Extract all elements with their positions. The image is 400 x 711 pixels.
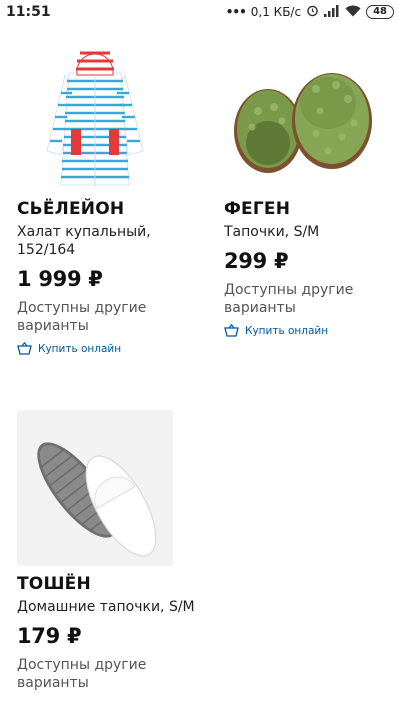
product-price: 179 ₽	[17, 624, 82, 648]
signal-icon	[324, 4, 340, 20]
wifi-icon	[345, 5, 361, 20]
product-price: 299 ₽	[224, 249, 289, 273]
buy-online-label[interactable]: Купить онлайн	[38, 343, 121, 355]
product-name[interactable]: ТОШЁН	[17, 574, 197, 594]
status-bar: 11:51 ••• 0,1 КБ/с 48	[0, 0, 400, 26]
status-icons: ••• 0,1 КБ/с 48	[226, 4, 394, 20]
status-time: 11:51	[6, 4, 51, 20]
product-card[interactable]: ФЕГЕН Тапочки, S/M 299 ₽ Доступны другие…	[224, 33, 400, 337]
product-image-bathrobe[interactable]	[17, 33, 173, 189]
product-description: Тапочки, S/M	[224, 224, 320, 240]
product-name[interactable]: ФЕГЕН	[224, 199, 400, 219]
product-card[interactable]: ТОШЁН Домашние тапочки, S/M 179 ₽ Доступ…	[17, 410, 197, 692]
product-variants: Доступны другие варианты	[17, 657, 147, 691]
product-variants: Доступны другие варианты	[17, 300, 147, 334]
buy-online-link[interactable]: Купить онлайн	[17, 342, 197, 355]
product-image-white-slippers[interactable]	[17, 410, 173, 566]
basket-icon	[17, 342, 32, 355]
product-description: Домашние тапочки, S/M	[17, 599, 195, 615]
product-card[interactable]: СЬЁЛЕЙОН Халат купальный, 152/164 1 999 …	[17, 33, 197, 355]
product-name[interactable]: СЬЁЛЕЙОН	[17, 199, 197, 219]
buy-online-link[interactable]: Купить онлайн	[224, 324, 400, 337]
more-dots-icon: •••	[225, 5, 247, 19]
product-price: 1 999 ₽	[17, 267, 103, 291]
product-image-green-slippers[interactable]	[224, 33, 380, 189]
alarm-icon	[306, 4, 319, 20]
product-variants: Доступны другие варианты	[224, 282, 354, 316]
buy-online-label[interactable]: Купить онлайн	[245, 325, 328, 337]
battery-icon: 48	[366, 5, 394, 19]
product-description: Халат купальный, 152/164	[17, 224, 151, 258]
network-speed: 0,1 КБ/с	[250, 5, 302, 19]
basket-icon	[224, 324, 239, 337]
